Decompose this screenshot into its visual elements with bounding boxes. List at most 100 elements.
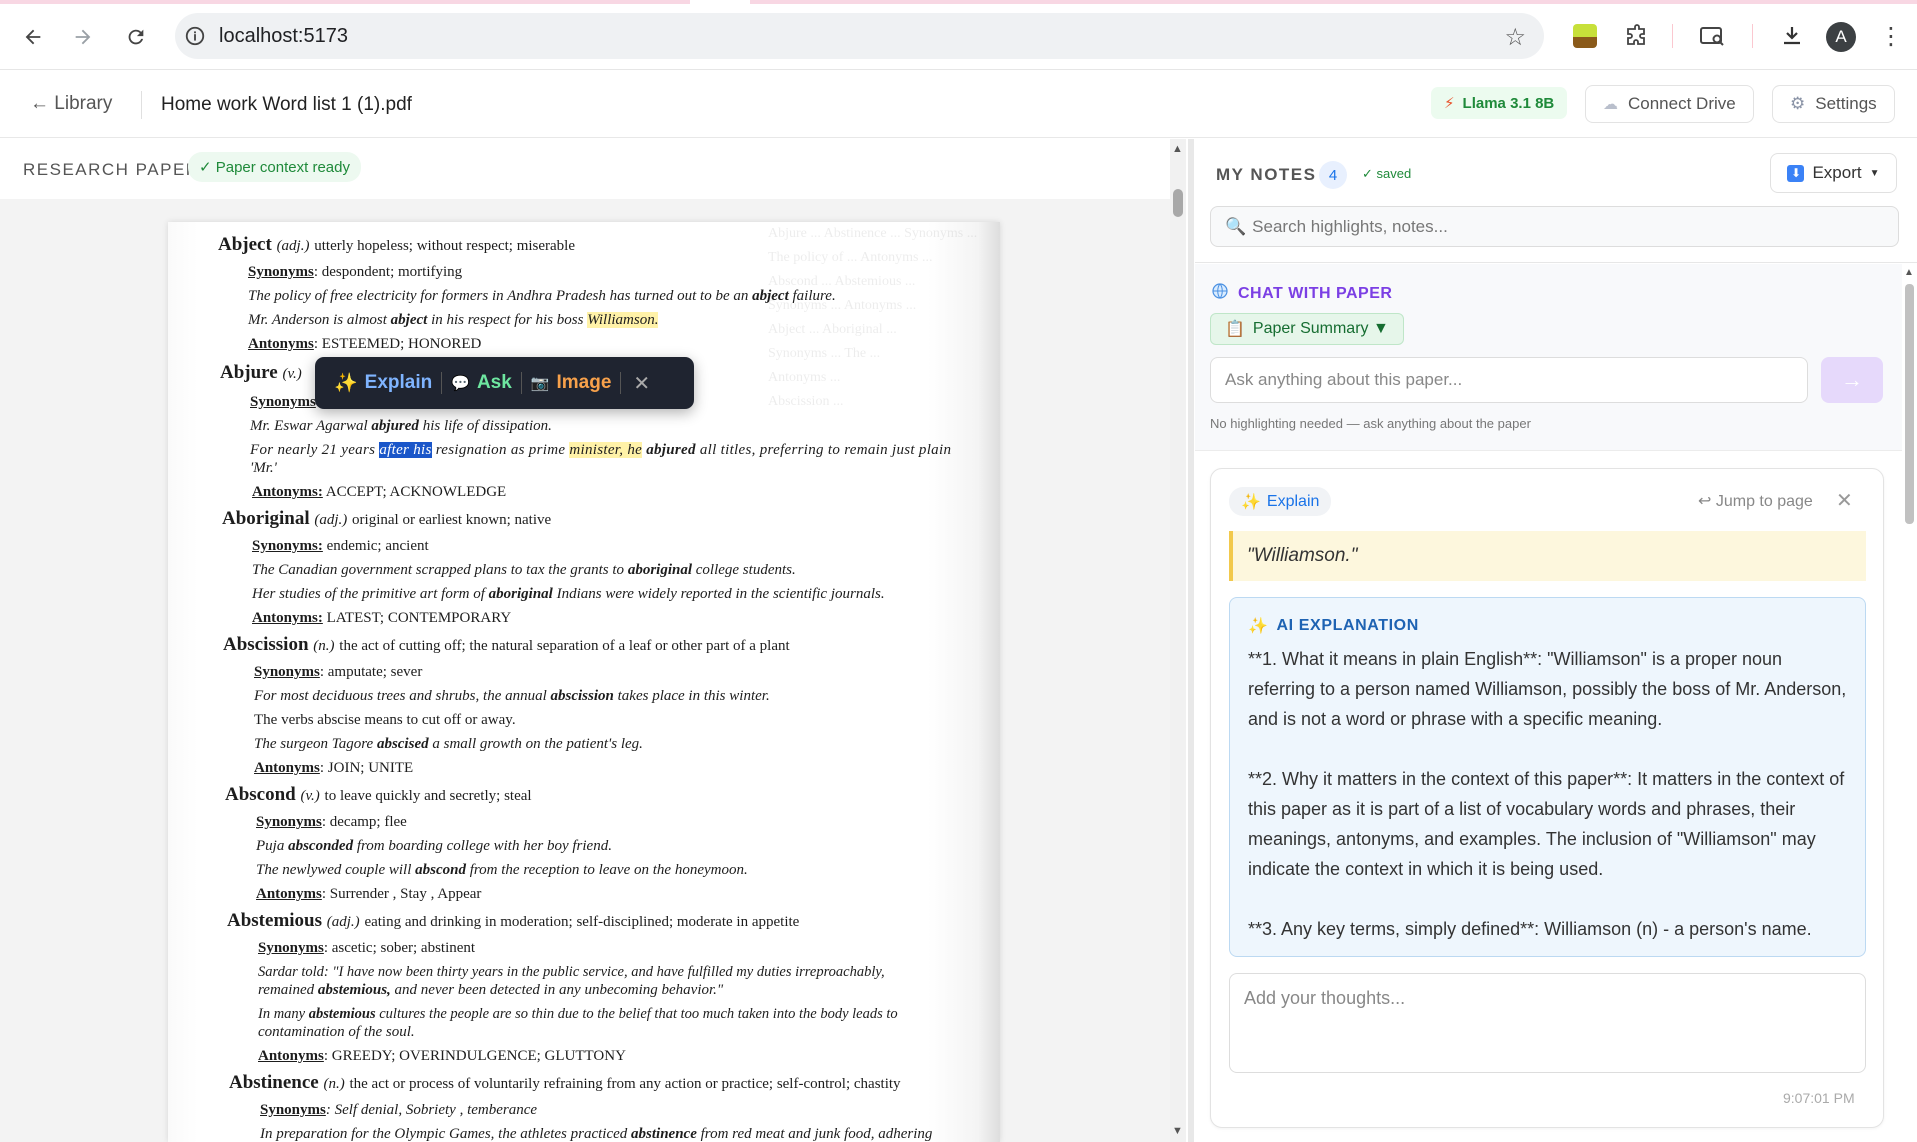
search-icon: 🔍: [1225, 216, 1247, 236]
scrollbar-thumb[interactable]: [1905, 284, 1914, 524]
document-icon: 📋: [1225, 321, 1245, 338]
part-of-speech: (n.): [323, 1076, 345, 1092]
chat-title: CHAT WITH PAPER: [1212, 283, 1392, 304]
synonyms-label: Synonyms: [248, 264, 314, 280]
notes-title: MY NOTES: [1216, 165, 1317, 184]
synonyms-text: : despondent; mortifying: [313, 264, 463, 280]
scroll-up-arrow-icon[interactable]: ▲: [1172, 143, 1183, 155]
ai-paragraph: **2. Why it matters in the context of th…: [1248, 769, 1845, 879]
profile-avatar[interactable]: A: [1826, 22, 1856, 52]
scroll-up-arrow-icon[interactable]: ▲: [1904, 267, 1914, 278]
antonyms-text: : GREEDY; OVERINDULGENCE; GLUTTONY: [323, 1048, 626, 1064]
return-arrow-icon: ↩: [1698, 493, 1712, 510]
pane-resize-handle[interactable]: [1188, 139, 1194, 1142]
jump-to-page-link[interactable]: ↩ Jump to page: [1698, 491, 1813, 511]
ai-paragraph: **3. Any key terms, simply defined**: Wi…: [1248, 919, 1812, 939]
part-of-speech: (adj.): [314, 512, 348, 528]
settings-button[interactable]: ⚙ Settings: [1772, 85, 1895, 123]
part-of-speech: (adj.): [276, 238, 310, 254]
example-line: The verbs abscise means to cut off or aw…: [254, 712, 516, 729]
ai-explanation-body: **1. What it means in plain English**: "…: [1248, 644, 1848, 974]
highlight-quote: "Williamson.": [1229, 531, 1866, 581]
cast-search-icon[interactable]: [1695, 20, 1729, 52]
example-text: Mr. Eswar Agarwal: [250, 418, 368, 434]
bolt-icon: ⚡: [1444, 95, 1455, 112]
synonyms-line: Synonyms: [250, 394, 316, 411]
synonyms-text: endemic; ancient: [326, 538, 429, 554]
note-timestamp: 9:07:01 PM: [1783, 1090, 1855, 1106]
example-text: from boarding college with her boy frien…: [356, 838, 612, 854]
speech-bubble-icon: 💬: [451, 375, 470, 392]
example-line: In preparation for the Olympic Games, th…: [260, 1126, 932, 1142]
example-line: Mr. Eswar Agarwal abjured his life of di…: [250, 418, 552, 435]
library-back-link[interactable]: ← Library: [30, 93, 112, 115]
thoughts-textarea[interactable]: Add your thoughts...: [1229, 973, 1866, 1073]
selection-toolbar: ✨ Explain 💬 Ask 📷 Image ✕: [315, 357, 694, 409]
example-text: The policy of free electricity for forme…: [248, 288, 749, 304]
antonyms-label: Antonyms:: [252, 484, 323, 500]
bookmark-star-icon[interactable]: ☆: [1504, 23, 1526, 52]
notes-search-input[interactable]: 🔍 Search highlights, notes...: [1210, 206, 1899, 247]
highlighted-text[interactable]: Williamson.: [587, 312, 659, 328]
antonyms-text: ACCEPT; ACKNOWLEDGE: [325, 484, 507, 500]
antonyms-text: : Surrender , Stay , Appear: [321, 886, 482, 902]
chat-input[interactable]: Ask anything about this paper...: [1210, 357, 1808, 403]
scrollbar-thumb[interactable]: [1173, 189, 1183, 217]
close-icon[interactable]: ✕: [1836, 488, 1853, 513]
reload-icon[interactable]: [121, 22, 151, 52]
example-text: For nearly 21 years: [250, 442, 376, 458]
model-badge[interactable]: ⚡ Llama 3.1 8B: [1431, 87, 1568, 119]
example-term: abscised: [376, 736, 429, 752]
quote-text: "Williamson.": [1247, 545, 1358, 566]
download-arrow-icon: ⬇: [1787, 164, 1805, 182]
example-line: The newlywed couple will abscond from th…: [256, 862, 748, 879]
extension-icon[interactable]: [1568, 20, 1602, 52]
synonyms-text: : decamp; flee: [321, 814, 407, 830]
example-text: Indians were widely reported in the scie…: [556, 586, 885, 602]
scroll-down-arrow-icon[interactable]: ▼: [1172, 1125, 1183, 1137]
example-line: For nearly 21 years after his resignatio…: [250, 442, 951, 459]
note-type-tag: ✨ Explain: [1229, 487, 1332, 516]
synonyms-label: Synonyms: [256, 814, 322, 830]
export-label: Export: [1812, 163, 1862, 182]
headword: Abjure: [220, 362, 278, 383]
antonyms-label: Antonyms:: [252, 610, 323, 626]
close-icon[interactable]: ✕: [633, 371, 650, 396]
site-info-icon[interactable]: [181, 22, 209, 50]
ask-button[interactable]: 💬 Ask: [442, 363, 521, 403]
chevron-down-icon: ▼: [1869, 167, 1880, 179]
download-icon[interactable]: [1775, 20, 1809, 52]
entry-abscond: Abscond (v.) to leave quickly and secret…: [225, 784, 532, 806]
antonyms-line: Antonyms: ACCEPT; ACKNOWLEDGE: [252, 484, 506, 501]
entry-abjure: Abjure (v.): [220, 362, 302, 384]
example-line: For most deciduous trees and shrubs, the…: [254, 688, 770, 705]
selected-text[interactable]: after his: [379, 442, 432, 458]
paper-scrollbar[interactable]: ▲ ▼: [1170, 139, 1186, 1142]
antonyms-line: Antonyms: JOIN; UNITE: [254, 760, 413, 777]
kebab-menu-icon[interactable]: ⋮: [1878, 20, 1904, 52]
thoughts-placeholder: Add your thoughts...: [1244, 988, 1406, 1008]
connect-drive-button[interactable]: ☁ Connect Drive: [1585, 85, 1754, 123]
entry-aboriginal: Aboriginal (adj.) original or earliest k…: [222, 508, 551, 530]
puzzle-icon[interactable]: [1620, 20, 1654, 52]
explain-button[interactable]: ✨ Explain: [325, 363, 441, 403]
antonyms-text: : ESTEEMED; HONORED: [313, 336, 482, 352]
example-line: Sardar told: "I have now been thirty yea…: [258, 964, 885, 981]
example-text: In preparation for the Olympic Games, th…: [260, 1126, 628, 1142]
globe-icon: [1212, 283, 1228, 304]
toolbar-separator: [1672, 24, 1673, 48]
send-button[interactable]: →: [1821, 357, 1883, 403]
address-bar[interactable]: localhost:5173 ☆: [175, 13, 1544, 59]
settings-label: Settings: [1815, 94, 1877, 113]
back-arrow-icon[interactable]: [18, 22, 48, 52]
notes-scrollbar[interactable]: ▲: [1902, 264, 1917, 1142]
headword: Abject: [218, 234, 272, 255]
forward-arrow-icon[interactable]: [68, 22, 98, 52]
headword: Abstinence: [229, 1072, 319, 1093]
highlighted-text[interactable]: minister, he: [569, 442, 643, 458]
export-button[interactable]: ⬇ Export ▼: [1770, 153, 1897, 193]
example-text: For most deciduous trees and shrubs, the…: [254, 688, 547, 704]
example-text: contamination of the soul.: [258, 1024, 415, 1040]
image-button[interactable]: 📷 Image: [522, 363, 621, 403]
paper-summary-dropdown[interactable]: 📋 Paper Summary ▼: [1210, 313, 1404, 345]
